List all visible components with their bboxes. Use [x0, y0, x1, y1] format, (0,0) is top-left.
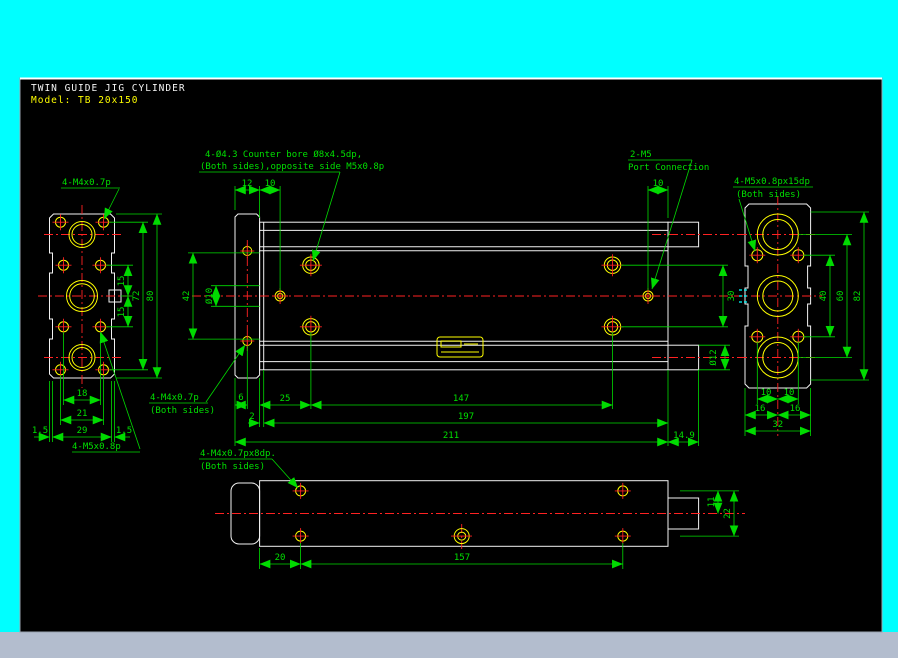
note-port-1: 2-M5 — [630, 150, 652, 160]
note-port-2: Port Connection — [628, 163, 709, 173]
drawing-model: Model: TB 20x150 — [31, 95, 139, 106]
dim-10b: 10 — [784, 388, 795, 398]
dim-6: 6 — [238, 393, 243, 403]
dim-22: 22 — [723, 508, 733, 519]
dim-60: 60 — [836, 291, 846, 302]
dim-14-9: 14.9 — [673, 431, 695, 441]
dim-16b: 16 — [790, 404, 801, 414]
dim-12: 12 — [242, 179, 253, 189]
dim-157: 157 — [454, 553, 470, 563]
note-counterbore-1: 4-Ø4.3 Counter bore Ø8x4.5dp, — [205, 149, 362, 160]
dim-42: 42 — [182, 291, 192, 302]
dim-2: 2 — [249, 412, 254, 422]
dim-10-left: 10 — [265, 179, 276, 189]
note-m4-front-2: (Both sides) — [150, 406, 215, 416]
dim-21: 21 — [77, 409, 88, 419]
dim-10a: 10 — [761, 388, 772, 398]
drawing-sheet: TWIN GUIDE JIG CYLINDER Model: TB 20x150… — [19, 77, 883, 633]
cad-viewer-page: TWIN GUIDE JIG CYLINDER Model: TB 20x150… — [0, 0, 898, 658]
dim-72: 72 — [132, 291, 142, 302]
note-m4-bottom-2: (Both sides) — [200, 462, 265, 472]
dim-211: 211 — [443, 431, 459, 441]
dim-147: 147 — [453, 394, 469, 404]
dim-1-5-left: 1.5 — [32, 426, 48, 436]
dim-18: 18 — [77, 389, 88, 399]
note-m4-front-1: 4-M4x0.7p — [150, 393, 199, 403]
note-m5-endview: 4-M5x0.8p — [72, 442, 121, 452]
dim-16a: 16 — [755, 404, 766, 414]
drawing-canvas — [19, 77, 883, 633]
dim-40: 40 — [819, 291, 829, 302]
dim-dia10: Ø10 — [204, 288, 215, 304]
note-m4-bottom-1: 4-M4x0.7px8dp. — [200, 449, 276, 459]
dim-32: 32 — [772, 420, 783, 430]
dim-1-5-right: 1.5 — [116, 426, 132, 436]
dim-11: 11 — [707, 497, 717, 508]
dim-15-upper: 15 — [117, 276, 127, 287]
note-m5-right-2: (Both sides) — [736, 190, 801, 200]
dim-80: 80 — [146, 291, 156, 302]
dim-25: 25 — [280, 394, 291, 404]
dim-197: 197 — [458, 412, 474, 422]
note-counterbore-2: (Both sides),opposite side M5x0.8p — [200, 162, 384, 172]
dim-20: 20 — [275, 553, 286, 563]
drawing-title: TWIN GUIDE JIG CYLINDER — [31, 83, 186, 94]
dim-15-lower: 15 — [117, 307, 127, 318]
dim-29: 29 — [77, 426, 88, 436]
note-m4-endview: 4-M4x0.7p — [62, 178, 111, 188]
dim-10-right: 10 — [653, 179, 664, 189]
note-m5-right-1: 4-M5x0.8px15dp — [734, 177, 810, 187]
dim-dia12: Ø12 — [708, 349, 719, 365]
dim-82: 82 — [853, 291, 863, 302]
